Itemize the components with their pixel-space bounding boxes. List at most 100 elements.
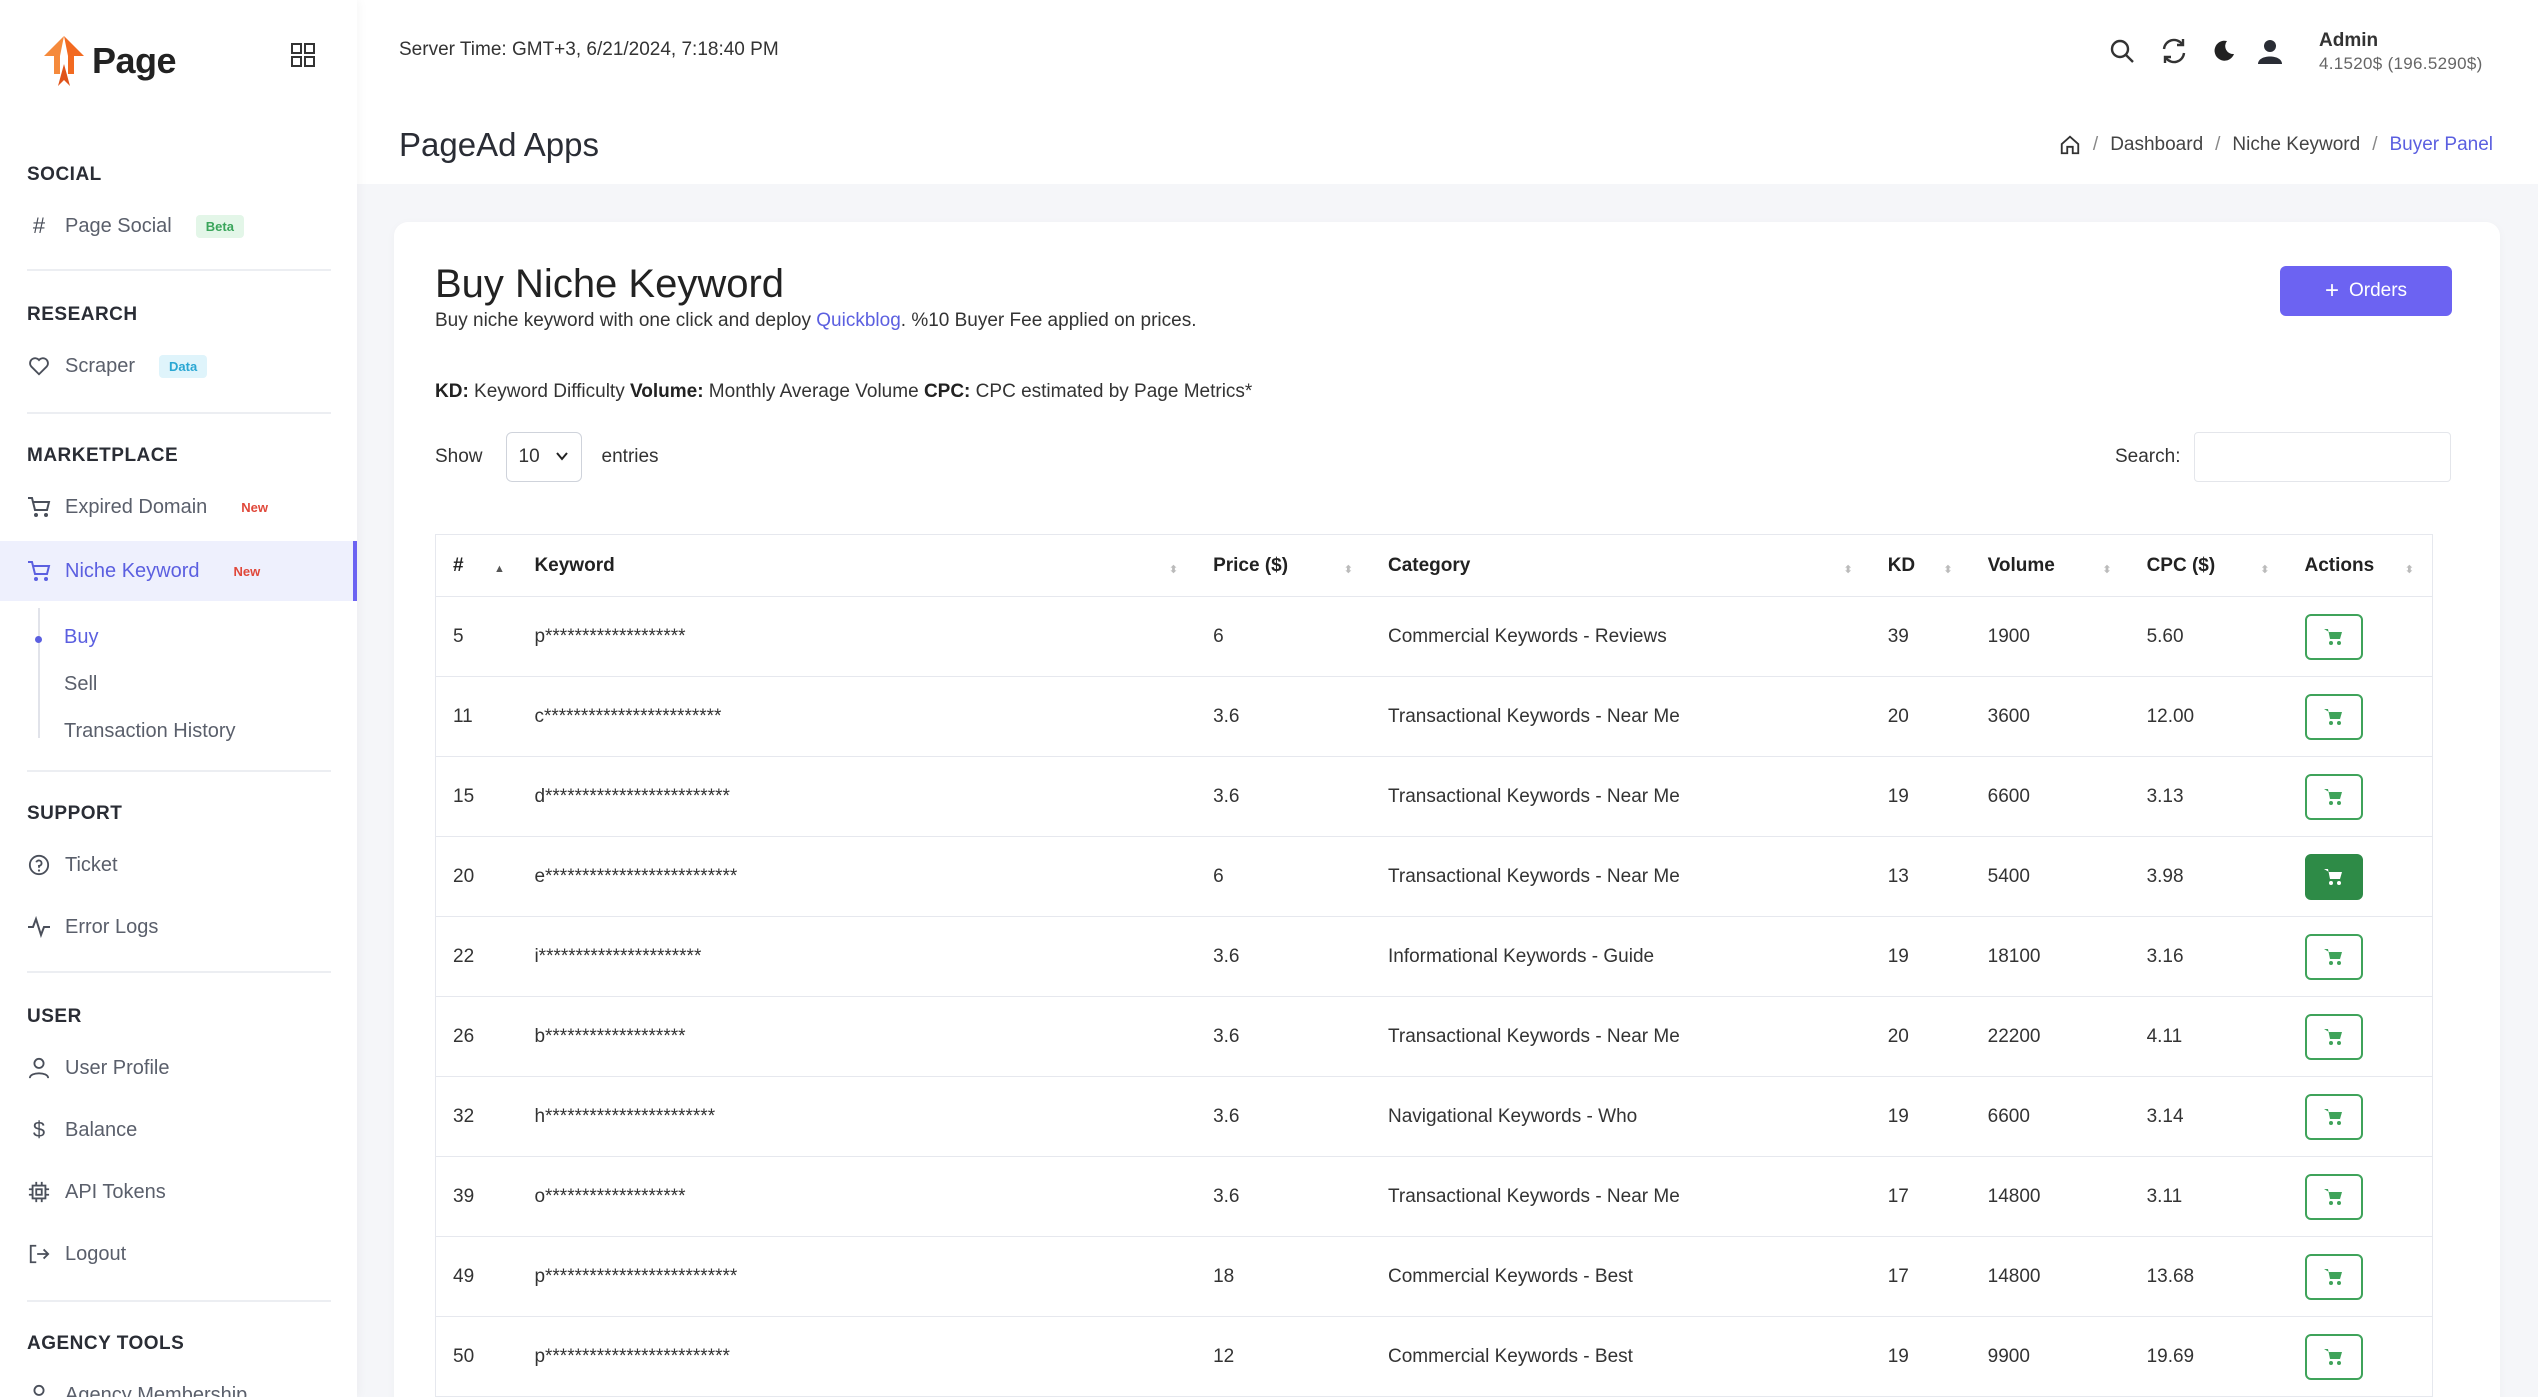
home-icon[interactable] bbox=[2059, 134, 2081, 156]
buy-button[interactable] bbox=[2304, 613, 2363, 660]
cell-keyword: p************************* bbox=[517, 1316, 1197, 1397]
sidebar-item-logout[interactable]: Logout bbox=[0, 1226, 357, 1282]
cell-cpc: 4.11 bbox=[2129, 996, 2288, 1077]
divider bbox=[27, 412, 331, 414]
cpc-text: CPC estimated by Page Metrics* bbox=[970, 381, 1253, 402]
cell-category: Transactional Keywords - Near Me bbox=[1370, 836, 1871, 917]
cell-id: 32 bbox=[435, 1076, 518, 1157]
column-header-volume[interactable]: Volume ⬍ bbox=[1970, 534, 2130, 597]
server-time: Server Time: GMT+3, 6/21/2024, 7:18:40 P… bbox=[399, 39, 779, 60]
cart-icon bbox=[2323, 1028, 2342, 1045]
keywords-table: # ▲ Keyword ⬍ Price ($) ⬍ Category ⬍ KD ⬍ Vol… bbox=[435, 534, 2433, 1397]
cell-volume: 6600 bbox=[1970, 1076, 2130, 1157]
breadcrumb-dashboard[interactable]: Dashboard bbox=[2110, 134, 2203, 156]
sidebar-item-niche-keyword[interactable]: Niche Keyword New bbox=[0, 541, 357, 601]
top-bar: Server Time: GMT+3, 6/21/2024, 7:18:40 P… bbox=[357, 0, 2538, 106]
cell-id: 5 bbox=[435, 596, 518, 677]
user-icon bbox=[27, 1056, 51, 1080]
buy-button[interactable] bbox=[2304, 1093, 2363, 1140]
sidebar-item-balance[interactable]: $ Balance bbox=[0, 1102, 357, 1158]
column-header-kd[interactable]: KD ⬍ bbox=[1870, 534, 1971, 597]
active-dot bbox=[35, 636, 42, 643]
column-header-cpc[interactable]: CPC ($) ⬍ bbox=[2129, 534, 2288, 597]
activity-icon bbox=[27, 915, 51, 939]
cell-actions bbox=[2287, 1156, 2433, 1237]
submenu-item-buy[interactable]: Buy bbox=[64, 626, 98, 649]
cart-icon bbox=[2323, 868, 2342, 885]
search-input[interactable] bbox=[2194, 432, 2452, 482]
submenu-item-sell[interactable]: Sell bbox=[64, 673, 97, 696]
sidebar-item-api-tokens[interactable]: API Tokens bbox=[0, 1164, 357, 1220]
cell-volume: 1900 bbox=[1970, 596, 2130, 677]
cell-category: Commercial Keywords - Reviews bbox=[1370, 596, 1871, 677]
buy-button[interactable] bbox=[2304, 853, 2363, 900]
section-title-user: USER bbox=[27, 1006, 82, 1027]
table-search: Search: bbox=[2115, 432, 2452, 482]
section-title-support: SUPPORT bbox=[27, 803, 123, 824]
entries-control: Show 10 entries bbox=[435, 432, 659, 482]
column-header-keyword[interactable]: Keyword ⬍ bbox=[517, 534, 1197, 597]
sidebar-item-scraper[interactable]: Scraper Data bbox=[0, 338, 357, 394]
breadcrumb-niche-keyword[interactable]: Niche Keyword bbox=[2232, 134, 2360, 156]
cart-icon bbox=[2323, 628, 2342, 645]
sidebar-item-label: Expired Domain bbox=[65, 495, 208, 518]
buy-button[interactable] bbox=[2304, 1253, 2363, 1300]
cell-keyword: p******************* bbox=[517, 596, 1197, 677]
submenu-item-transaction-history[interactable]: Transaction History bbox=[64, 720, 236, 743]
user-avatar-icon[interactable] bbox=[2255, 36, 2285, 66]
sidebar-item-page-social[interactable]: # Page Social Beta bbox=[0, 198, 357, 254]
column-header-category[interactable]: Category ⬍ bbox=[1370, 534, 1871, 597]
header-label: CPC ($) bbox=[2146, 554, 2216, 576]
breadcrumb: / Dashboard / Niche Keyword / Buyer Pane… bbox=[2059, 134, 2493, 156]
search-icon[interactable] bbox=[2107, 36, 2137, 66]
orders-button[interactable]: + Orders bbox=[2280, 266, 2452, 316]
cell-category: Transactional Keywords - Near Me bbox=[1370, 996, 1871, 1077]
buy-button[interactable] bbox=[2304, 1013, 2363, 1060]
brand-name: Page bbox=[92, 40, 177, 81]
cell-category: Transactional Keywords - Near Me bbox=[1370, 676, 1871, 757]
divider bbox=[27, 1300, 331, 1302]
buy-button[interactable] bbox=[2304, 1173, 2363, 1220]
entries-select[interactable]: 10 bbox=[505, 432, 582, 482]
divider bbox=[27, 269, 331, 271]
table-row: 20 e************************** 6 Transac… bbox=[435, 836, 2433, 917]
help-circle-icon bbox=[27, 853, 51, 877]
cell-cpc: 3.16 bbox=[2129, 916, 2288, 997]
sidebar: Page SOCIAL # Page Social Beta RESEARCH … bbox=[0, 0, 357, 1397]
column-header-price[interactable]: Price ($) ⬍ bbox=[1196, 534, 1371, 597]
cell-id: 39 bbox=[435, 1156, 518, 1237]
admin-name[interactable]: Admin bbox=[2319, 30, 2378, 52]
divider bbox=[27, 770, 331, 772]
cpu-icon bbox=[27, 1180, 51, 1204]
sidebar-item-user-profile[interactable]: User Profile bbox=[0, 1040, 357, 1096]
breadcrumb-separator: / bbox=[2092, 134, 2099, 155]
cell-category: Commercial Keywords - Best bbox=[1370, 1316, 1871, 1397]
cell-kd: 19 bbox=[1870, 756, 1971, 837]
kd-label: KD: bbox=[435, 381, 469, 402]
quickblog-link[interactable]: Quickblog bbox=[816, 310, 901, 331]
cell-price: 3.6 bbox=[1196, 1076, 1371, 1157]
sidebar-item-expired-domain[interactable]: Expired Domain New bbox=[0, 479, 357, 535]
cell-kd: 17 bbox=[1870, 1156, 1971, 1237]
sidebar-item-agency-membership[interactable]: Agency Membership bbox=[0, 1367, 357, 1397]
table-row: 11 c************************ 3.6 Transac… bbox=[435, 676, 2433, 757]
grid-icon[interactable] bbox=[290, 42, 316, 68]
moon-icon[interactable] bbox=[2209, 36, 2239, 66]
cart-icon bbox=[2323, 1188, 2342, 1205]
cell-price: 3.6 bbox=[1196, 1156, 1371, 1237]
cell-volume: 9900 bbox=[1970, 1316, 2130, 1397]
cell-category: Transactional Keywords - Near Me bbox=[1370, 1156, 1871, 1237]
column-header-id[interactable]: # ▲ bbox=[435, 534, 518, 597]
sidebar-item-ticket[interactable]: Ticket bbox=[0, 837, 357, 893]
buy-button[interactable] bbox=[2304, 773, 2363, 820]
buy-button[interactable] bbox=[2304, 693, 2363, 740]
buy-button[interactable] bbox=[2304, 1333, 2363, 1380]
buy-button[interactable] bbox=[2304, 933, 2363, 980]
cart-icon bbox=[2323, 948, 2342, 965]
refresh-icon[interactable] bbox=[2159, 36, 2189, 66]
chevron-down-icon bbox=[555, 452, 568, 461]
cell-actions bbox=[2287, 756, 2433, 837]
sidebar-item-error-logs[interactable]: Error Logs bbox=[0, 899, 357, 955]
metrics-legend: KD: Keyword Difficulty Volume: Monthly A… bbox=[435, 381, 1252, 403]
column-header-actions[interactable]: Actions ⬍ bbox=[2287, 534, 2433, 597]
